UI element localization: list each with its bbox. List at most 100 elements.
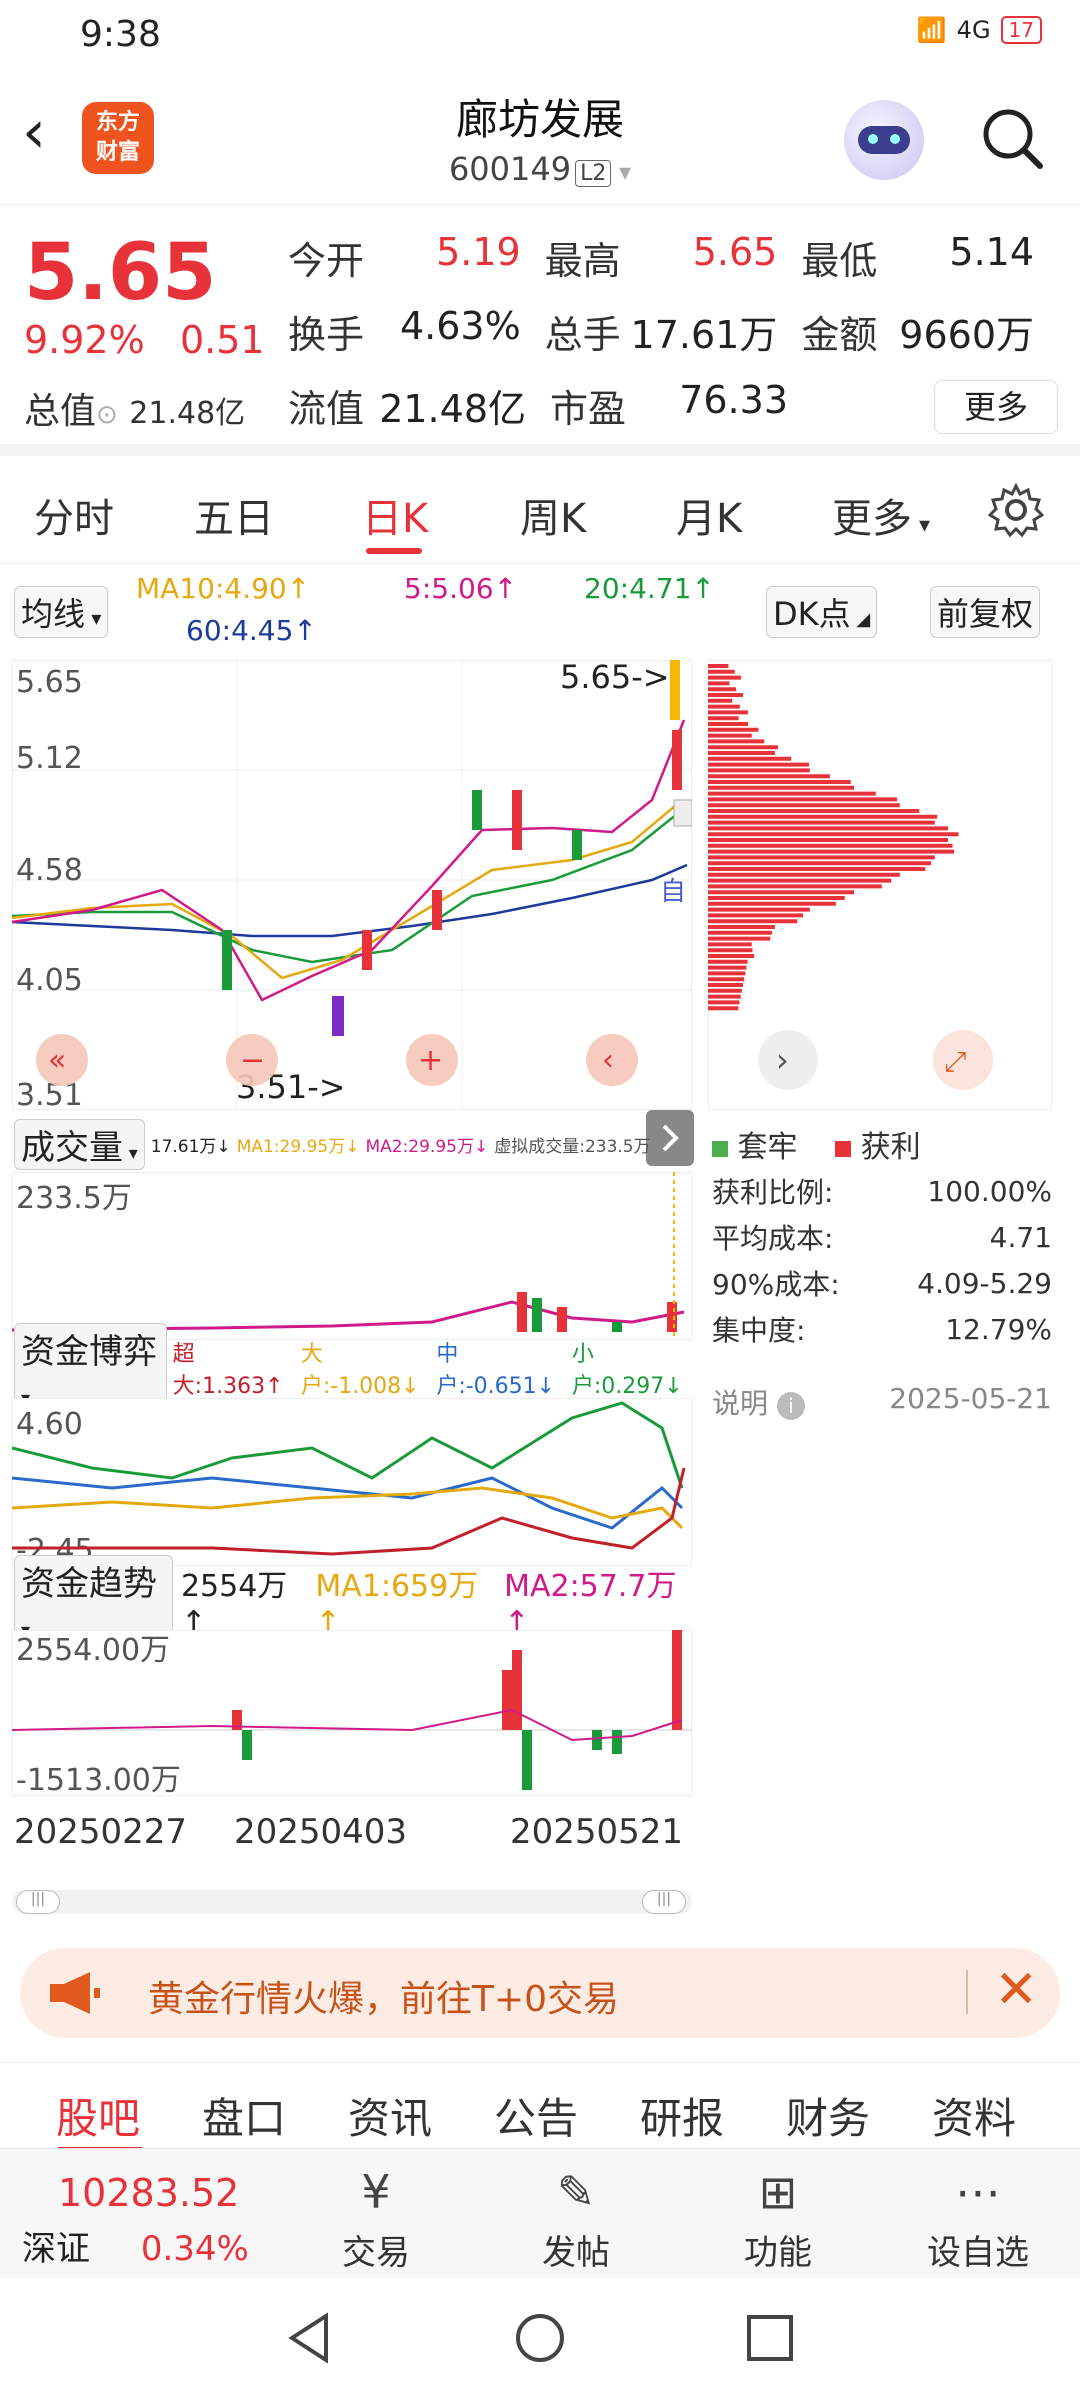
cost-note[interactable]: 说明 i bbox=[712, 1382, 805, 1422]
level-badge: L2 bbox=[575, 160, 612, 187]
expand-icon[interactable]: ⤢ bbox=[944, 1045, 966, 1078]
cost-legend: 套牢 获利 bbox=[712, 1122, 921, 1166]
k-line-chart[interactable]: 5.65 5.12 4.58 4.05 3.51 5.65-> 3.51-> 自… bbox=[12, 660, 692, 1110]
legend-trapped: 套牢 bbox=[737, 1130, 798, 1165]
quote-row: 今开 5.19 最高 5.65 最低 5.14 bbox=[288, 229, 1058, 285]
volume-max-label: 233.5万 bbox=[16, 1181, 132, 1216]
date-axis: 20250227 20250403 20250521 bbox=[14, 1812, 694, 1852]
tab-daily-k[interactable]: 日K bbox=[362, 486, 428, 544]
scroll-left-icon[interactable]: ‹ bbox=[602, 1043, 614, 1078]
content-tab[interactable]: 资料 bbox=[932, 2085, 1016, 2146]
quote-cell: 换手 4.63% bbox=[288, 304, 545, 359]
function-button[interactable]: ⊞ 功能 bbox=[708, 2159, 848, 2274]
tab-monthly-k[interactable]: 月K bbox=[676, 486, 742, 544]
quote-label: 最低 bbox=[801, 238, 878, 283]
status-time: 9:38 bbox=[80, 14, 161, 55]
more-dots-icon: ⋯ bbox=[955, 2165, 1001, 2219]
fund-game-chart[interactable]: 4.60 -2.45 bbox=[12, 1398, 692, 1566]
close-icon[interactable]: ✕ bbox=[994, 1960, 1038, 2020]
content-tab[interactable]: 资讯 bbox=[348, 2085, 432, 2146]
volume-chart[interactable]: 233.5万 bbox=[12, 1172, 692, 1340]
index-value: 10283.52 bbox=[58, 2171, 240, 2215]
quote-value: 17.61万 bbox=[630, 312, 778, 357]
cost-stat-row: 集中度: 12.79% bbox=[712, 1306, 1052, 1352]
settings-gear-icon[interactable] bbox=[988, 482, 1044, 538]
scroll-handle-left[interactable]: ||| bbox=[16, 1890, 60, 1914]
ma-selector[interactable]: 均线 ▾ bbox=[14, 586, 109, 638]
nav-recents-icon[interactable] bbox=[742, 2310, 798, 2366]
caret-down-icon: ▾ bbox=[912, 513, 931, 538]
scroll-left-fast-icon[interactable]: « bbox=[48, 1043, 66, 1078]
zoom-out-icon[interactable]: − bbox=[240, 1043, 265, 1078]
post-label: 发帖 bbox=[542, 2233, 610, 2273]
yen-cycle-icon: ¥ bbox=[361, 2165, 391, 2219]
cost-stat-label: 获利比例: bbox=[712, 1176, 834, 1209]
ma5-value: 5:5.06↑ bbox=[404, 572, 518, 605]
ma20-value: 20:4.71↑ bbox=[584, 572, 715, 605]
adjustment-button[interactable]: 前复权 bbox=[930, 586, 1041, 638]
quote-value: 9660万 bbox=[899, 312, 1035, 357]
fund-game-top: 4.60 bbox=[16, 1407, 83, 1442]
fund-trend-ma2: MA2:57.7万↑ bbox=[504, 1568, 677, 1640]
trapped-swatch bbox=[712, 1141, 728, 1157]
content-tab[interactable]: 公告 bbox=[494, 2085, 578, 2146]
more-button[interactable]: 更多 bbox=[934, 380, 1058, 434]
quote-cell: 总手 17.61万 bbox=[545, 304, 802, 359]
banner-text: 黄金行情火爆，前往T+0交易 bbox=[148, 1979, 620, 2020]
content-tab[interactable]: 财务 bbox=[786, 2085, 870, 2146]
fund-trend-chart[interactable]: 2554.00万 -1513.00万 bbox=[12, 1630, 692, 1796]
corner-icon: ◢ bbox=[850, 609, 871, 630]
add-watchlist-button[interactable]: ⋯ 设自选 bbox=[908, 2159, 1048, 2274]
trade-button[interactable]: ¥ 交易 bbox=[306, 2159, 446, 2274]
cost-stats: 获利比例: 100.00% 平均成本: 4.71 90%成本: 4.09-5.29 集中度:… bbox=[712, 1168, 1052, 1352]
content-tab[interactable]: 股吧 bbox=[56, 2085, 140, 2146]
fund-trend-header: 资金趋势 ▾ 2554万↑ MA1:659万↑ MA2:57.7万↑ bbox=[14, 1554, 694, 1646]
quote-panel: 5.65 9.92% 0.51 总值⊙ 21.48亿 今开 5.19 最高 5.65 最… bbox=[0, 210, 1080, 456]
quote-value: 5.19 bbox=[436, 229, 521, 274]
scroll-handle-right[interactable]: ||| bbox=[642, 1890, 686, 1914]
tab-intraday[interactable]: 分时 bbox=[34, 486, 114, 544]
search-icon[interactable] bbox=[976, 102, 1048, 174]
zoom-in-icon[interactable]: + bbox=[418, 1043, 443, 1078]
grid-icon: ⊞ bbox=[758, 2165, 798, 2219]
nav-back-icon[interactable] bbox=[282, 2310, 338, 2366]
tab-more[interactable]: 更多 ▾ bbox=[832, 486, 930, 544]
content-tabs: 股吧 盘口 资讯 公告 研报 财务 资料 bbox=[0, 2062, 1080, 2154]
volume-selector[interactable]: 成交量 ▾ bbox=[14, 1118, 145, 1170]
y-label-3: 4.58 bbox=[16, 853, 83, 888]
dk-point-button[interactable]: DK点 ◢ bbox=[766, 586, 878, 638]
fund-trend-bottom: -1513.00万 bbox=[16, 1763, 181, 1796]
promo-banner[interactable]: 黄金行情火爆，前往T+0交易 ✕ bbox=[20, 1948, 1060, 2038]
dk-label: DK点 bbox=[773, 595, 851, 633]
fund-trend-ma1: MA1:659万↑ bbox=[315, 1568, 479, 1640]
active-tab-indicator bbox=[366, 548, 422, 554]
index-pct: 0.34% bbox=[140, 2229, 249, 2269]
chevron-right-icon[interactable]: › bbox=[776, 1041, 789, 1079]
index-ticker[interactable]: 10283.52 深证 0.34% bbox=[22, 2171, 262, 2270]
cost-stat-row: 90%成本: 4.09-5.29 bbox=[712, 1260, 1052, 1306]
chip-distribution-chart[interactable]: › ⤢ bbox=[708, 660, 1052, 1110]
content-tab[interactable]: 盘口 bbox=[202, 2085, 286, 2146]
tab-five-day[interactable]: 五日 bbox=[194, 486, 274, 544]
tab-weekly-k[interactable]: 周K bbox=[520, 486, 586, 544]
post-button[interactable]: ✎ 发帖 bbox=[506, 2159, 646, 2274]
chart-scrollbar[interactable]: ||| ||| bbox=[12, 1890, 692, 1914]
cost-stat-value: 12.79% bbox=[945, 1312, 1052, 1346]
cost-stat-label: 集中度: bbox=[712, 1314, 806, 1347]
volume-virtual: 虚拟成交量:233.5万 bbox=[494, 1136, 651, 1157]
ma10-value: MA10:4.90↑ bbox=[136, 572, 311, 605]
nav-home-icon[interactable] bbox=[512, 2310, 568, 2366]
y-label-2: 5.12 bbox=[16, 741, 83, 776]
cost-stat-value: 100.00% bbox=[927, 1174, 1052, 1208]
fund-game-header: 资金博弈 ▾ 超大:1.363↑ 大户:-1.008↓ 中户:-0.651↓ 小… bbox=[14, 1322, 694, 1414]
edit-icon: ✎ bbox=[556, 2165, 596, 2219]
quote-cell: 市盈 76.33 bbox=[550, 378, 812, 433]
content-tab[interactable]: 研报 bbox=[640, 2085, 724, 2146]
cost-date: 2025-05-21 bbox=[889, 1382, 1052, 1415]
quote-cell: 最高 5.65 bbox=[545, 230, 802, 285]
y-label-4: 4.05 bbox=[16, 963, 83, 998]
assistant-robot-avatar[interactable] bbox=[844, 100, 924, 180]
cost-stat-value: 4.71 bbox=[989, 1220, 1052, 1254]
cost-footer: 说明 i 2025-05-21 bbox=[712, 1382, 1052, 1422]
index-name: 深证 bbox=[22, 2229, 90, 2269]
